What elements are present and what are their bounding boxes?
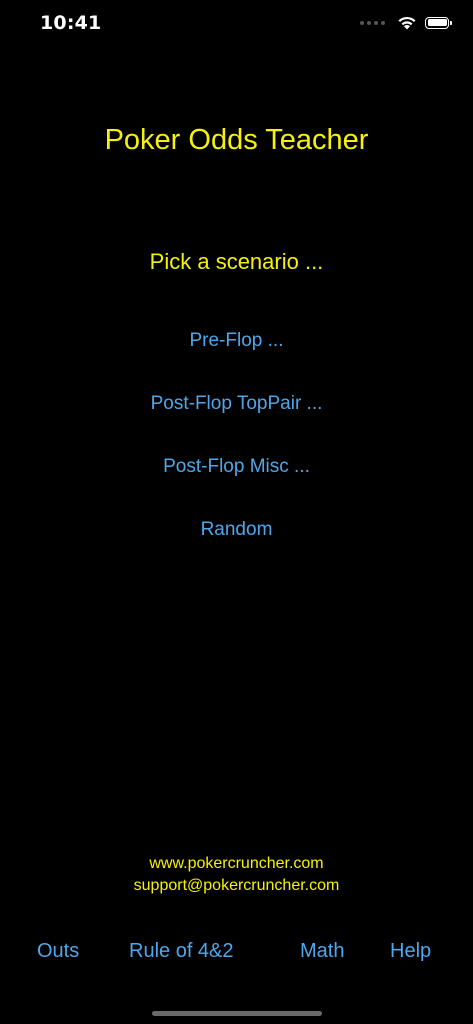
rule-of-4-and-2-button[interactable]: Rule of 4&2 xyxy=(129,940,234,963)
contact-info: www.pokercruncher.com support@pokercrunc… xyxy=(0,853,473,897)
bottom-toolbar: Outs Rule of 4&2 Math Help xyxy=(0,940,473,970)
status-icons xyxy=(360,15,452,30)
website-text: www.pokercruncher.com xyxy=(149,855,324,872)
app-title: Poker Odds Teacher xyxy=(104,124,369,156)
help-button[interactable]: Help xyxy=(390,940,431,963)
home-indicator[interactable] xyxy=(152,1011,322,1016)
post-flop-misc-button[interactable]: Post-Flop Misc ... xyxy=(0,454,473,517)
pre-flop-button[interactable]: Pre-Flop ... xyxy=(0,328,473,391)
support-email-text: support@pokercruncher.com xyxy=(133,877,340,894)
wifi-icon xyxy=(398,16,416,30)
outs-button[interactable]: Outs xyxy=(37,940,79,963)
battery-icon xyxy=(425,16,452,29)
random-button[interactable]: Random xyxy=(0,517,473,580)
battery-cap xyxy=(450,20,452,25)
cellular-signal-icon xyxy=(360,20,385,25)
scenario-list: Pre-Flop ... Post-Flop TopPair ... Post-… xyxy=(0,328,473,580)
battery-level xyxy=(427,19,447,26)
post-flop-toppair-button[interactable]: Post-Flop TopPair ... xyxy=(0,391,473,454)
status-bar: 10:41 xyxy=(0,0,473,50)
scenario-prompt: Pick a scenario ... xyxy=(149,249,324,274)
status-time: 10:41 xyxy=(40,12,102,34)
math-button[interactable]: Math xyxy=(300,940,344,963)
